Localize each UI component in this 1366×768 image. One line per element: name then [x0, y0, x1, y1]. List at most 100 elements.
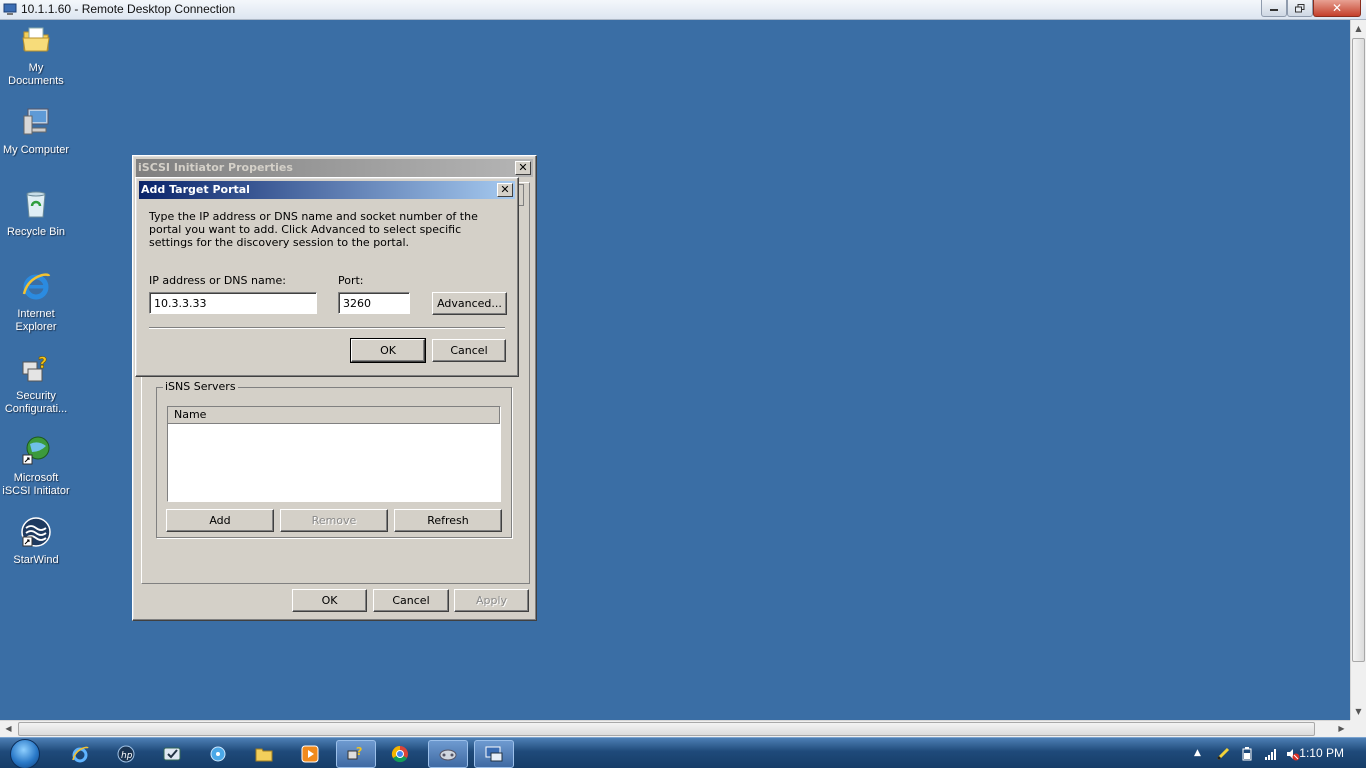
- vertical-scrollbar[interactable]: ▲ ▼: [1350, 20, 1366, 720]
- iscsi-close-button[interactable]: ✕: [515, 161, 531, 175]
- add-portal-ok-button[interactable]: OK: [350, 338, 426, 363]
- desktop-icon-label: Microsoft iSCSI Initiator: [2, 472, 70, 497]
- add-portal-close-button[interactable]: ✕: [497, 183, 513, 197]
- vertical-scroll-thumb[interactable]: [1352, 38, 1365, 662]
- desktop-icon-security-configuration[interactable]: ? Security Configurati...: [0, 352, 72, 416]
- desktop-icon-label: My Documents: [8, 62, 64, 87]
- taskbar-item-media[interactable]: [198, 740, 238, 768]
- desktop-icon-internet-explorer[interactable]: Internet Explorer: [0, 270, 72, 334]
- add-target-portal-dialog: Add Target Portal ✕ Type the IP address …: [135, 177, 519, 377]
- start-button[interactable]: [6, 738, 48, 768]
- close-button[interactable]: ✕: [1313, 0, 1361, 17]
- isns-servers-group: iSNS Servers Name Add Remove Refresh: [156, 380, 512, 538]
- iscsi-initiator-icon: [22, 436, 50, 465]
- windows-logo-icon: [10, 739, 40, 768]
- scroll-up-icon[interactable]: ▲: [1351, 20, 1366, 37]
- desktop-icon-label: Recycle Bin: [6, 226, 66, 238]
- close-icon: ✕: [1331, 1, 1343, 15]
- restore-icon: [1295, 3, 1305, 12]
- computer-icon: [23, 108, 49, 135]
- battery-icon[interactable]: [1240, 747, 1254, 761]
- desktop-icon-my-computer[interactable]: My Computer: [0, 106, 72, 157]
- explorer-folder-icon: [255, 748, 273, 762]
- isns-add-button[interactable]: Add: [166, 509, 274, 532]
- svg-text:hp: hp: [121, 751, 133, 761]
- port-label: Port:: [338, 274, 364, 287]
- hp-icon: hp: [117, 745, 135, 763]
- horizontal-scrollbar[interactable]: ◀ ▶: [0, 720, 1350, 737]
- folder-documents-icon: [22, 27, 50, 52]
- scroll-down-icon[interactable]: ▼: [1351, 703, 1366, 720]
- separator: [149, 327, 505, 329]
- add-portal-title: Add Target Portal: [141, 183, 250, 196]
- clock[interactable]: 1:10 PM: [1299, 746, 1344, 760]
- taskbar-item-email[interactable]: [152, 740, 192, 768]
- taskbar-item-game[interactable]: [428, 740, 468, 768]
- desktop-icon-label: Security Configurati...: [4, 390, 68, 415]
- taskbar-item-remote-desktop[interactable]: [474, 740, 514, 768]
- isns-refresh-button[interactable]: Refresh: [394, 509, 502, 532]
- scroll-right-icon[interactable]: ▶: [1333, 721, 1350, 737]
- pen-tablet-icon[interactable]: [1216, 747, 1230, 761]
- rdp-titlebar: 10.1.1.60 - Remote Desktop Connection ✕: [0, 0, 1366, 20]
- scroll-left-icon[interactable]: ◀: [0, 721, 17, 737]
- internet-explorer-icon: [22, 273, 51, 300]
- media-player-icon: [301, 745, 319, 763]
- add-portal-description: Type the IP address or DNS name and sock…: [149, 210, 478, 249]
- game-controller-icon: [439, 749, 457, 761]
- taskbar-item-explorer[interactable]: [244, 740, 284, 768]
- minimize-button[interactable]: [1261, 0, 1287, 17]
- security-config-icon: ?: [22, 353, 48, 382]
- close-icon: ✕: [518, 161, 528, 174]
- ip-address-label: IP address or DNS name:: [149, 274, 286, 287]
- volume-muted-icon[interactable]: [1286, 747, 1300, 761]
- email-icon: [163, 747, 181, 761]
- desktop-icon-label: Internet Explorer: [15, 308, 57, 333]
- ok-button[interactable]: OK: [292, 589, 367, 612]
- remote-desktop-icon: [485, 746, 503, 762]
- isns-remove-button[interactable]: Remove: [280, 509, 388, 532]
- taskbar-item-ie[interactable]: [60, 740, 100, 768]
- desktop-icon-starwind[interactable]: StarWind: [0, 516, 72, 567]
- restore-button[interactable]: [1287, 0, 1313, 17]
- desktop-icon-iscsi-initiator[interactable]: Microsoft iSCSI Initiator: [0, 434, 72, 498]
- desktop-icon-label: My Computer: [2, 144, 70, 156]
- desktop-icon-recycle-bin[interactable]: Recycle Bin: [0, 188, 72, 239]
- recycle-bin-icon: [26, 191, 46, 218]
- svg-text:?: ?: [38, 353, 47, 372]
- taskbar-item-media-player[interactable]: [290, 740, 330, 768]
- taskbar: hp ? ▲ 1:10 PM: [0, 737, 1366, 768]
- column-header-name[interactable]: Name: [168, 407, 500, 424]
- add-portal-cancel-button[interactable]: Cancel: [432, 339, 506, 362]
- apply-button[interactable]: Apply: [454, 589, 529, 612]
- network-signal-icon[interactable]: [1264, 747, 1278, 761]
- desktop-icon-label: StarWind: [13, 554, 59, 566]
- port-input[interactable]: [338, 292, 410, 314]
- media-icon: [210, 746, 226, 762]
- show-hidden-icons-icon[interactable]: ▲: [1194, 748, 1208, 762]
- taskbar-item-remote-settings[interactable]: ?: [336, 740, 376, 768]
- ip-address-input[interactable]: [149, 292, 317, 314]
- scroll-corner: [1350, 720, 1366, 737]
- starwind-icon: [21, 517, 51, 547]
- minimize-icon: [1270, 9, 1278, 11]
- svg-text:?: ?: [356, 745, 362, 758]
- internet-explorer-icon: [72, 746, 89, 763]
- cancel-button[interactable]: Cancel: [373, 589, 449, 612]
- chrome-icon: [391, 745, 408, 763]
- iscsi-window-title: iSCSI Initiator Properties: [138, 161, 293, 174]
- desktop-icon-my-documents[interactable]: My Documents: [0, 24, 72, 88]
- remote-settings-icon: ?: [347, 745, 362, 760]
- close-icon: ✕: [500, 183, 510, 196]
- system-tray: ▲ 1:10 PM: [1156, 738, 1366, 768]
- taskbar-item-hp[interactable]: hp: [106, 740, 146, 768]
- add-portal-titlebar[interactable]: Add Target Portal ✕: [139, 181, 515, 199]
- isns-group-title: iSNS Servers: [163, 380, 238, 393]
- isns-server-list[interactable]: Name: [167, 406, 501, 502]
- iscsi-window-titlebar[interactable]: iSCSI Initiator Properties ✕: [136, 159, 533, 177]
- advanced-button[interactable]: Advanced...: [432, 292, 507, 315]
- remote-desktop-icon: [3, 3, 17, 15]
- taskbar-item-chrome[interactable]: [380, 740, 420, 768]
- horizontal-scroll-thumb[interactable]: [18, 722, 1315, 736]
- window-title: 10.1.1.60 - Remote Desktop Connection: [21, 2, 236, 16]
